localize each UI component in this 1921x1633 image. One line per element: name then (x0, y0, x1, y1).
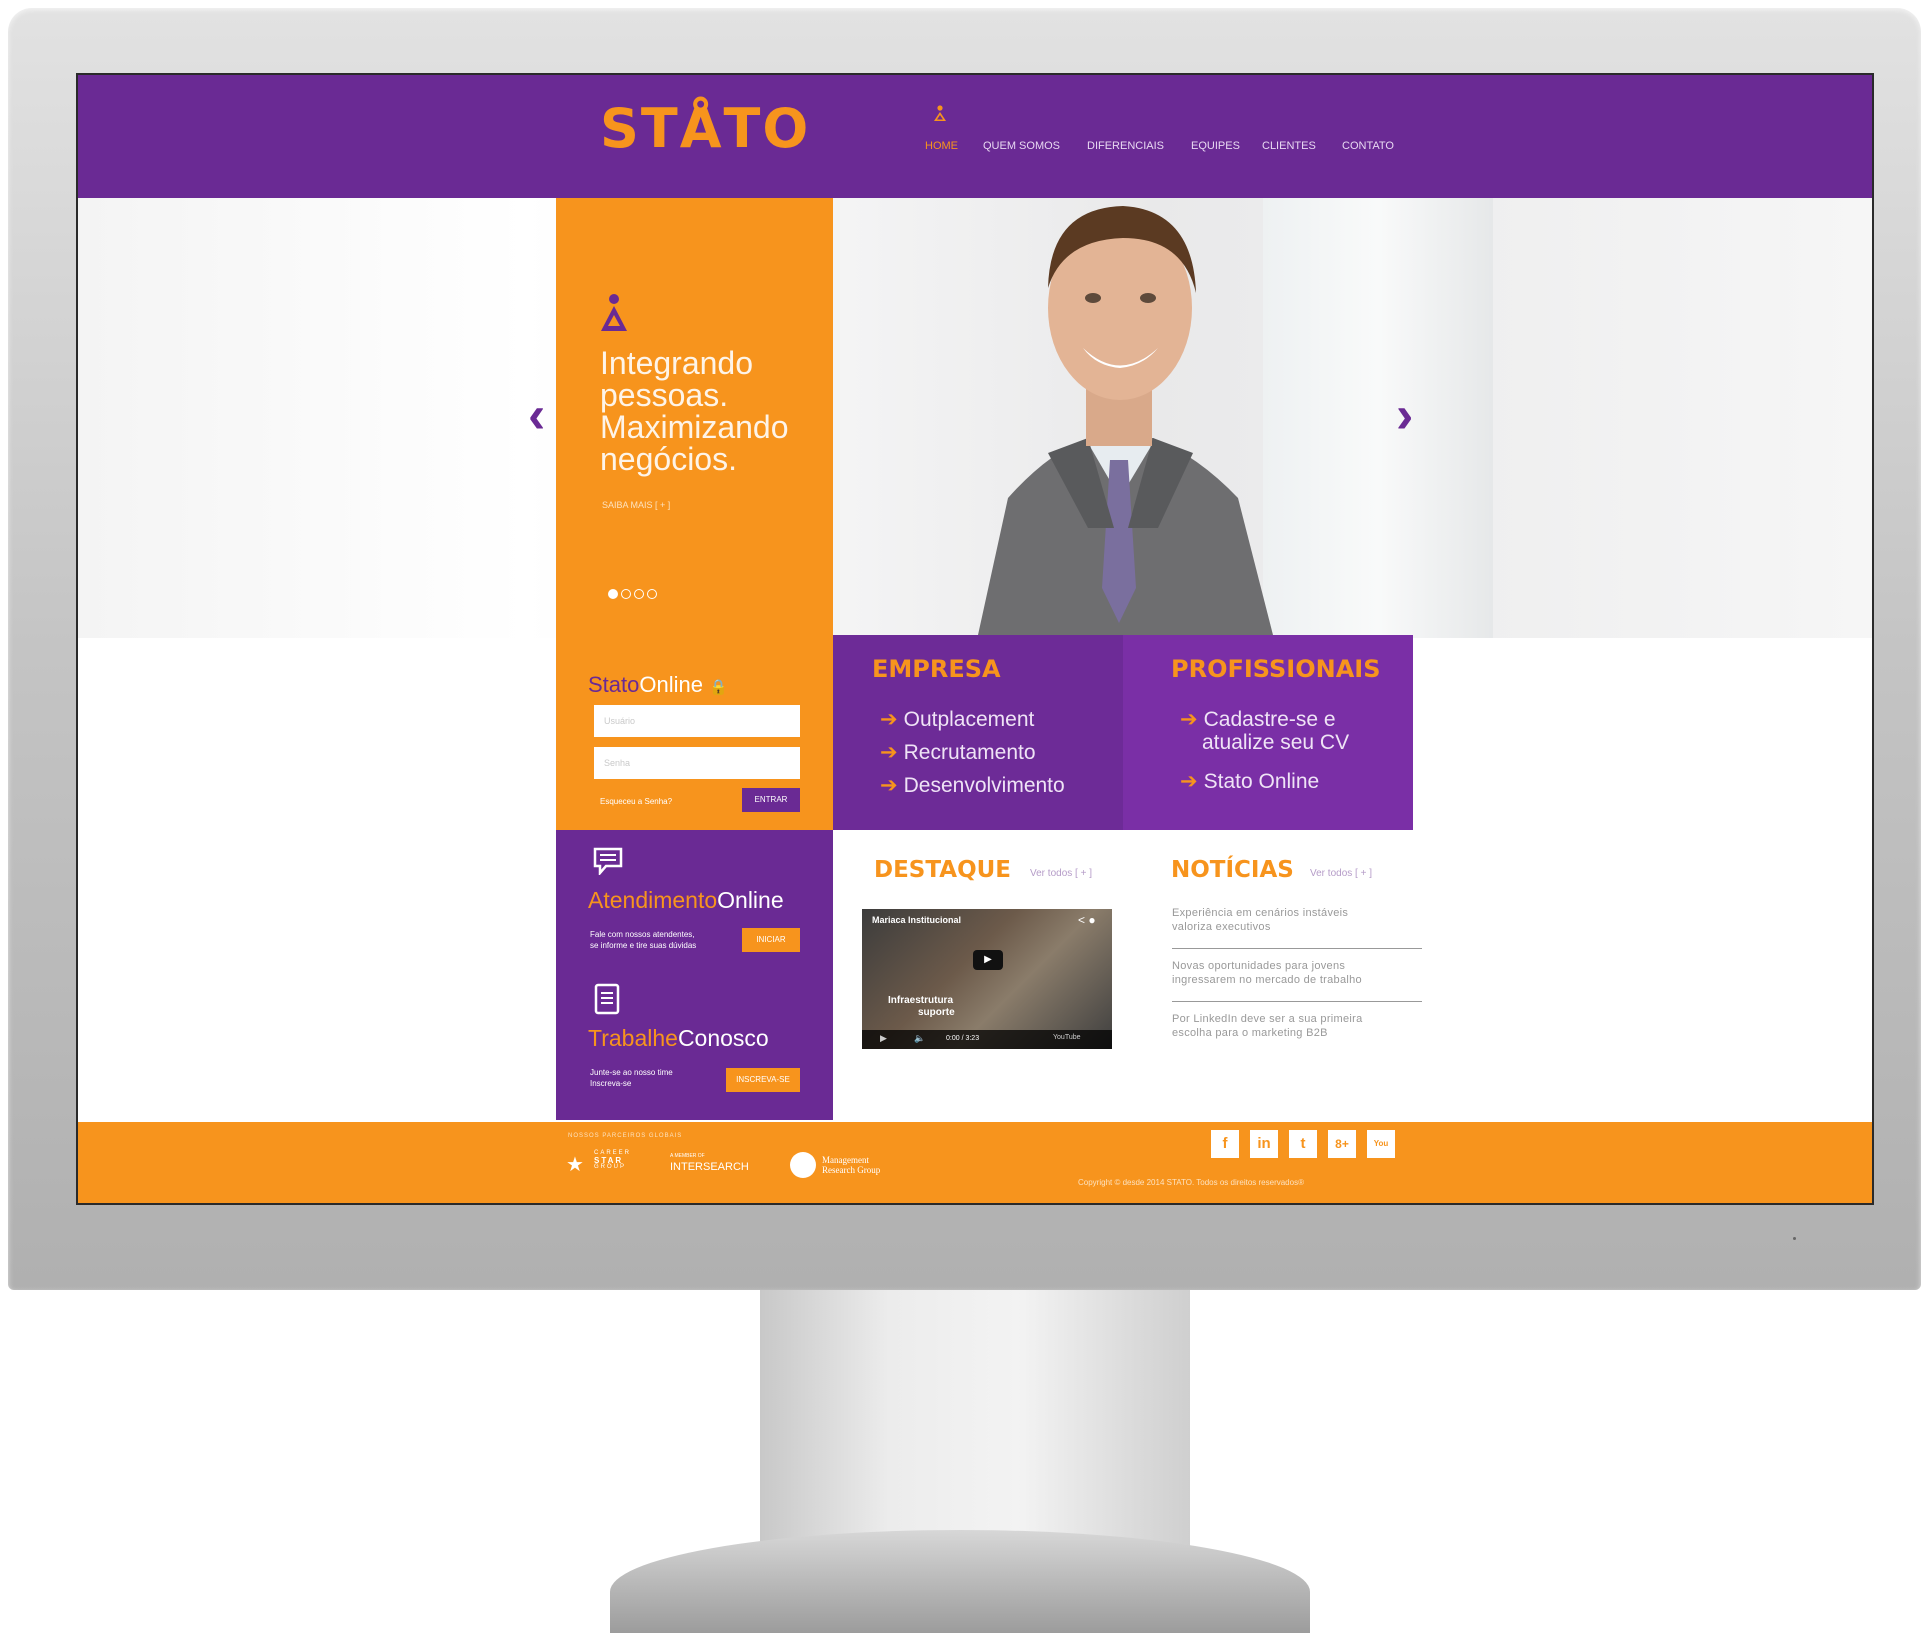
volume-icon[interactable]: 🔈 (914, 1033, 925, 1044)
monitor-stand-neck (760, 1290, 1190, 1550)
carousel-dot-2[interactable] (621, 589, 631, 599)
iniciar-button[interactable]: INICIAR (742, 928, 800, 952)
google-plus-icon[interactable]: 8+ (1328, 1130, 1356, 1158)
nav-clientes[interactable]: CLIENTES (1262, 140, 1316, 152)
stato-person-icon (601, 294, 627, 331)
login-title-part2: Online (639, 672, 703, 697)
play-icon[interactable]: ▶ (973, 950, 1003, 970)
carousel-dot-3[interactable] (634, 589, 644, 599)
profissionais-item-cadastre[interactable]: ➔ Cadastre-se e (1180, 707, 1336, 732)
news-item[interactable]: Experiência em cenários instáveis valoriz… (1172, 906, 1432, 934)
stato-person-icon (934, 105, 946, 121)
noticias-title: NOTÍCIAS (1171, 857, 1294, 883)
video-play-control-icon[interactable]: ▶ (880, 1033, 887, 1044)
partners-label: NOSSOS PARCEIROS GLOBAIS (568, 1133, 683, 1139)
empresa-title: EMPRESA (872, 655, 1001, 683)
chat-bubble-icon (593, 847, 623, 875)
enter-button[interactable]: ENTRAR (742, 788, 800, 812)
video-time: 0:00 / 3:23 (946, 1035, 980, 1042)
arrow-right-icon: ➔ (1180, 770, 1198, 793)
hero-tagline-line3: Maximizando (600, 409, 789, 445)
arrow-right-icon: ➔ (880, 708, 898, 731)
destaque-ver-todos-link[interactable]: Ver todos [ + ] (1030, 868, 1092, 879)
facebook-icon[interactable]: f (1211, 1130, 1239, 1158)
share-icon[interactable]: < ● (1078, 913, 1096, 927)
management-research-group-icon (790, 1152, 816, 1178)
empresa-item-recrutamento[interactable]: ➔ Recrutamento (880, 740, 1036, 765)
carousel-next-arrow-icon[interactable]: › (1396, 385, 1413, 445)
document-icon (594, 983, 620, 1015)
star-icon: ★ (566, 1154, 584, 1176)
lock-icon: 🔒 (709, 679, 728, 696)
footer (78, 1122, 1872, 1203)
linkedin-icon[interactable]: in (1250, 1130, 1278, 1158)
intersearch-tagline: A MEMBER OF (670, 1153, 705, 1159)
forgot-password-link[interactable]: Esqueceu a Senha? (600, 797, 672, 806)
website-screen: STÅTO HOME QUEM SOMOS DIFERENCIAIS EQUIP… (76, 73, 1874, 1205)
news-item[interactable]: Novas oportunidades para jovens ingressar… (1172, 959, 1432, 987)
nav-equipes[interactable]: EQUIPES (1191, 140, 1240, 152)
top-navigation-bar (78, 75, 1872, 198)
hero-tagline-line2: pessoas. (600, 377, 729, 413)
power-led-icon (1793, 1237, 1796, 1240)
video-overlay-text-2: suporte (918, 1007, 955, 1018)
carousel-dot-4[interactable] (647, 589, 657, 599)
inscreva-se-button[interactable]: INSCREVA-SE (726, 1068, 800, 1092)
nav-diferenciais[interactable]: DIFERENCIAIS (1087, 140, 1164, 152)
video-overlay-text: Infraestrutura (888, 995, 954, 1006)
atendimento-title: AtendimentoOnline (588, 887, 784, 913)
career-star-group-logo[interactable]: CAREER STAR GROUP (594, 1150, 631, 1171)
password-input[interactable]: Senha (594, 747, 800, 779)
profissionais-item-stato-online[interactable]: ➔ Stato Online (1180, 769, 1319, 794)
username-input[interactable]: Usuário (594, 705, 800, 737)
intersearch-logo[interactable]: INTERSEARCH (670, 1161, 749, 1173)
youtube-icon[interactable]: You (1367, 1130, 1395, 1158)
saiba-mais-link[interactable]: SAIBA MAIS [ + ] (602, 500, 670, 510)
destaque-title: DESTAQUE (874, 857, 1012, 883)
hero-tagline-line4: negócios. (600, 441, 737, 477)
copyright-text: Copyright © desde 2014 STATO. Todos os d… (1078, 1178, 1304, 1187)
atendimento-text: Fale com nossos atendentes, se informe e … (590, 930, 697, 950)
carousel-dot-1[interactable] (608, 589, 618, 599)
trabalhe-conosco-title: TrabalheConosco (588, 1025, 769, 1051)
news-divider (1172, 948, 1422, 949)
video-player[interactable] (862, 909, 1112, 1049)
arrow-right-icon: ➔ (880, 741, 898, 764)
hero-tagline-line1: Integrando (600, 345, 754, 381)
businessman-photo (978, 206, 1273, 635)
news-item[interactable]: Por LinkedIn deve ser a sua primeira esco… (1172, 1012, 1432, 1040)
stato-logo[interactable]: STÅTO (600, 97, 810, 160)
profissionais-title: PROFISSIONAIS (1171, 655, 1381, 683)
arrow-right-icon: ➔ (1180, 708, 1198, 731)
carousel-prev-arrow-icon[interactable]: ‹ (528, 385, 545, 445)
trabalhe-text: Junte-se ao nosso time Inscreva-se (590, 1068, 673, 1088)
nav-home[interactable]: HOME (925, 140, 958, 152)
nav-quem-somos[interactable]: QUEM SOMOS (983, 140, 1060, 152)
youtube-logo[interactable]: YouTube (1053, 1034, 1081, 1041)
empresa-item-outplacement[interactable]: ➔ Outplacement (880, 707, 1034, 732)
profissionais-item-cv[interactable]: atualize seu CV (1202, 731, 1349, 755)
news-divider (1172, 1001, 1422, 1002)
management-research-group-logo[interactable]: Management Research Group (822, 1155, 880, 1175)
nav-contato[interactable]: CONTATO (1342, 140, 1394, 152)
stato-online-title: StatoOnline 🔒 (588, 672, 728, 698)
monitor-stand-base (610, 1530, 1310, 1633)
login-title-part1: Stato (588, 672, 640, 697)
noticias-ver-todos-link[interactable]: Ver todos [ + ] (1310, 868, 1372, 879)
arrow-right-icon: ➔ (880, 774, 898, 797)
empresa-item-desenvolvimento[interactable]: ➔ Desenvolvimento (880, 773, 1065, 798)
twitter-icon[interactable]: t (1289, 1130, 1317, 1158)
video-title: Mariaca Institucional (872, 915, 962, 925)
